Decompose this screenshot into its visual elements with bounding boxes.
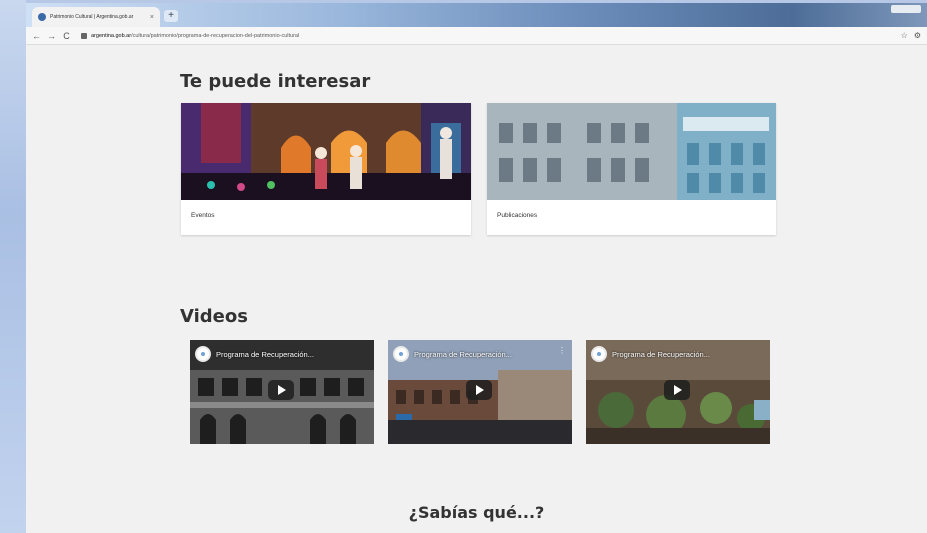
tab-close-icon[interactable]: × bbox=[150, 14, 154, 21]
back-button[interactable]: ← bbox=[32, 31, 41, 41]
eventos-image bbox=[181, 103, 471, 200]
bookmark-star-icon[interactable]: ☆ bbox=[901, 31, 908, 40]
video-thumbnail[interactable]: Programa de Recuperación... ⋮ bbox=[388, 340, 572, 444]
video-thumbnail[interactable]: Programa de Recuperación... bbox=[190, 340, 374, 444]
window-controls[interactable] bbox=[891, 5, 921, 13]
url-text: argentina.gob.ar/cultura/patrimonio/prog… bbox=[91, 33, 299, 39]
browser-tab[interactable]: Patrimonio Cultural | Argentina.gob.ar × bbox=[32, 7, 160, 27]
url-domain: argentina.gob.ar bbox=[91, 32, 132, 39]
sabias-title: ¿Sabías qué...? bbox=[408, 503, 545, 522]
tab-bar: Patrimonio Cultural | Argentina.gob.ar ×… bbox=[26, 3, 927, 27]
play-button-icon[interactable] bbox=[268, 380, 294, 400]
channel-logo-icon bbox=[195, 346, 211, 362]
browser-toolbar: ← → C argentina.gob.ar/cultura/patrimoni… bbox=[26, 27, 927, 45]
video-title[interactable]: Programa de Recuperación... bbox=[612, 350, 710, 359]
channel-logo-icon bbox=[591, 346, 607, 362]
forward-button[interactable]: → bbox=[47, 31, 56, 41]
play-button-icon[interactable] bbox=[664, 380, 690, 400]
interest-title: Te puede interesar bbox=[180, 71, 371, 92]
address-bar[interactable]: argentina.gob.ar/cultura/patrimonio/prog… bbox=[77, 29, 895, 42]
browser-window: Patrimonio Cultural | Argentina.gob.ar ×… bbox=[26, 3, 927, 533]
publicaciones-image bbox=[487, 103, 776, 200]
new-tab-button[interactable]: + bbox=[164, 10, 178, 22]
tab-title: Patrimonio Cultural | Argentina.gob.ar bbox=[50, 14, 134, 20]
card-publicaciones[interactable]: Publicaciones bbox=[487, 103, 776, 235]
video-header: Programa de Recuperación... bbox=[591, 346, 710, 362]
video-header: Programa de Recuperación... bbox=[393, 346, 512, 362]
desktop-background bbox=[0, 0, 26, 533]
lock-icon bbox=[81, 32, 87, 39]
card-label-eventos: Eventos bbox=[191, 212, 215, 219]
favicon-icon bbox=[38, 13, 46, 21]
video-title[interactable]: Programa de Recuperación... bbox=[216, 350, 314, 359]
card-eventos[interactable]: Eventos bbox=[181, 103, 471, 235]
video-thumbnail[interactable]: Programa de Recuperación... bbox=[586, 340, 770, 444]
video-header: Programa de Recuperación... bbox=[195, 346, 314, 362]
videos-title: Videos bbox=[180, 306, 248, 327]
play-button-icon[interactable] bbox=[466, 380, 492, 400]
url-path: /cultura/patrimonio/programa-de-recupera… bbox=[131, 32, 300, 39]
reload-button[interactable]: C bbox=[62, 31, 71, 41]
channel-logo-icon bbox=[393, 346, 409, 362]
page-content: Te puede interesar Eventos Publicaciones… bbox=[26, 45, 927, 533]
account-icon[interactable]: ⚙ bbox=[914, 31, 921, 40]
video-title[interactable]: Programa de Recuperación... bbox=[414, 350, 512, 359]
card-label-publicaciones: Publicaciones bbox=[497, 212, 538, 219]
more-options-icon[interactable]: ⋮ bbox=[558, 346, 566, 355]
